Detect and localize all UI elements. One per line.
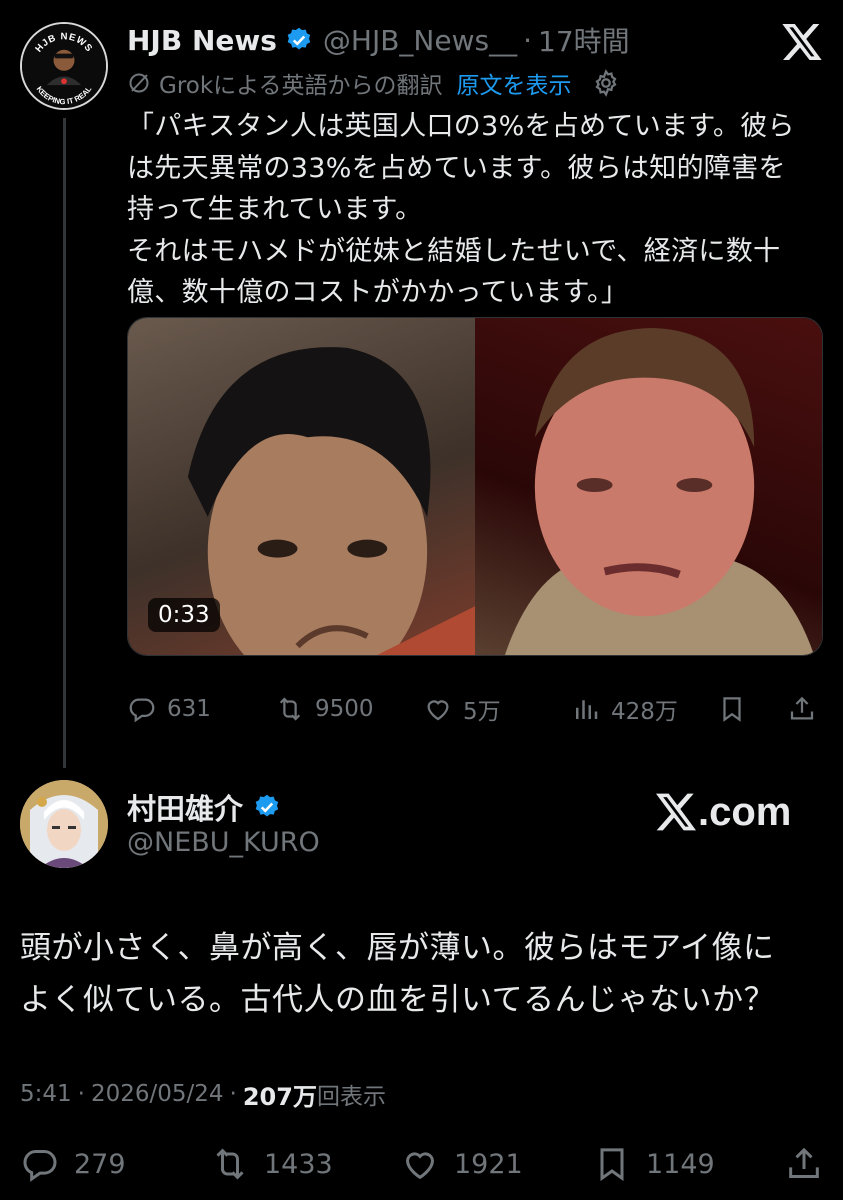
reply-button[interactable]: 279 bbox=[20, 1142, 126, 1186]
repost-button[interactable]: 1433 bbox=[210, 1142, 333, 1186]
avatar[interactable] bbox=[20, 780, 108, 868]
share-icon bbox=[789, 1147, 819, 1178]
post-date[interactable]: 2026/05/24 bbox=[91, 1081, 224, 1107]
quoted-post-header: HJB News @HJB_News__ · 17時間 bbox=[127, 20, 630, 60]
like-icon bbox=[427, 700, 449, 721]
repost-count: 1433 bbox=[264, 1148, 333, 1180]
display-name[interactable]: 村田雄介 bbox=[127, 786, 243, 828]
author-name-row: 村田雄介 bbox=[127, 787, 291, 827]
reply-count: 279 bbox=[74, 1148, 126, 1180]
bookmark-count: 1149 bbox=[646, 1148, 715, 1180]
quoted-post-text: 「パキスタン人は英国人口の3%を占めています。彼ら は先天異常の33%を占めてい… bbox=[127, 111, 795, 308]
reply-icon bbox=[129, 698, 155, 723]
reply-count: 631 bbox=[167, 696, 211, 722]
reply-icon bbox=[23, 1150, 57, 1182]
share-button[interactable] bbox=[784, 1142, 824, 1186]
timestamp[interactable]: 17時間 bbox=[538, 20, 630, 60]
like-icon bbox=[405, 1152, 435, 1180]
x-logo-icon bbox=[656, 793, 696, 831]
video-duration: 0:33 bbox=[148, 598, 220, 632]
like-count: 1921 bbox=[454, 1148, 523, 1180]
x-com-watermark: .com bbox=[656, 790, 791, 834]
verified-badge-icon bbox=[287, 27, 311, 50]
video-thumbnail-right bbox=[475, 318, 822, 655]
like-button[interactable]: 1921 bbox=[400, 1142, 523, 1186]
handle[interactable]: @HJB_News__ bbox=[323, 24, 517, 57]
hjb-news-logo-icon: HJB NEWS KEEPING IT REAL bbox=[22, 24, 106, 108]
avatar[interactable]: HJB NEWS KEEPING IT REAL bbox=[20, 22, 108, 110]
share-icon bbox=[790, 696, 814, 720]
main-post-text: 頭が小さく、鼻が高く、唇が薄い。彼らはモアイ像に よく似ている。古代人の血を引い… bbox=[20, 930, 776, 1018]
post-time[interactable]: 5:41 bbox=[20, 1081, 72, 1107]
bookmark-button[interactable]: 1149 bbox=[592, 1142, 715, 1186]
like-button[interactable]: 5万 bbox=[423, 690, 501, 728]
grok-translate-icon bbox=[129, 73, 149, 93]
share-button[interactable] bbox=[787, 690, 817, 728]
bookmark-button[interactable] bbox=[717, 690, 747, 728]
post-metadata: 5:41 · 2026/05/24 · 207万 回表示 bbox=[20, 1076, 386, 1112]
show-original-link[interactable]: 原文を表示 bbox=[456, 66, 571, 100]
thread-line bbox=[63, 118, 66, 768]
handle[interactable]: @NEBU_KURO bbox=[127, 827, 320, 858]
x-logo-icon[interactable] bbox=[782, 24, 822, 60]
separator: · bbox=[523, 23, 532, 57]
repost-icon bbox=[216, 1148, 244, 1180]
video-player[interactable]: 0:33 bbox=[127, 317, 823, 656]
video-thumbnail-left: 0:33 bbox=[128, 318, 475, 655]
verified-badge-icon bbox=[255, 794, 279, 817]
separator: · bbox=[229, 1081, 237, 1107]
repost-count: 9500 bbox=[315, 696, 374, 722]
man-portrait-image bbox=[504, 327, 815, 655]
views-icon bbox=[576, 700, 598, 719]
views-count: 207万 bbox=[242, 1082, 317, 1111]
display-name[interactable]: HJB News bbox=[127, 24, 277, 57]
views-label: 回表示 bbox=[316, 1084, 386, 1110]
main-post-actions: 279 1433 1921 1149 bbox=[20, 1142, 830, 1186]
separator: · bbox=[77, 1081, 85, 1107]
translation-row: Grokによる英語からの翻訳 原文を表示 bbox=[127, 66, 621, 100]
like-count: 5万 bbox=[463, 699, 501, 725]
gear-icon[interactable] bbox=[591, 68, 621, 98]
reply-button[interactable]: 631 bbox=[127, 690, 211, 728]
anime-character-avatar-image bbox=[20, 780, 108, 868]
repost-icon bbox=[279, 697, 301, 721]
translation-label: Grokによる英語からの翻訳 bbox=[159, 73, 443, 99]
bookmark-icon bbox=[723, 697, 741, 722]
views-button[interactable]: 428万 bbox=[571, 690, 678, 728]
watermark-text: .com bbox=[698, 789, 792, 834]
views-count: 428万 bbox=[611, 699, 678, 725]
quoted-post-actions: 631 9500 5万 428万 bbox=[127, 690, 823, 728]
repost-button[interactable]: 9500 bbox=[275, 690, 374, 728]
bookmark-icon bbox=[600, 1148, 624, 1182]
